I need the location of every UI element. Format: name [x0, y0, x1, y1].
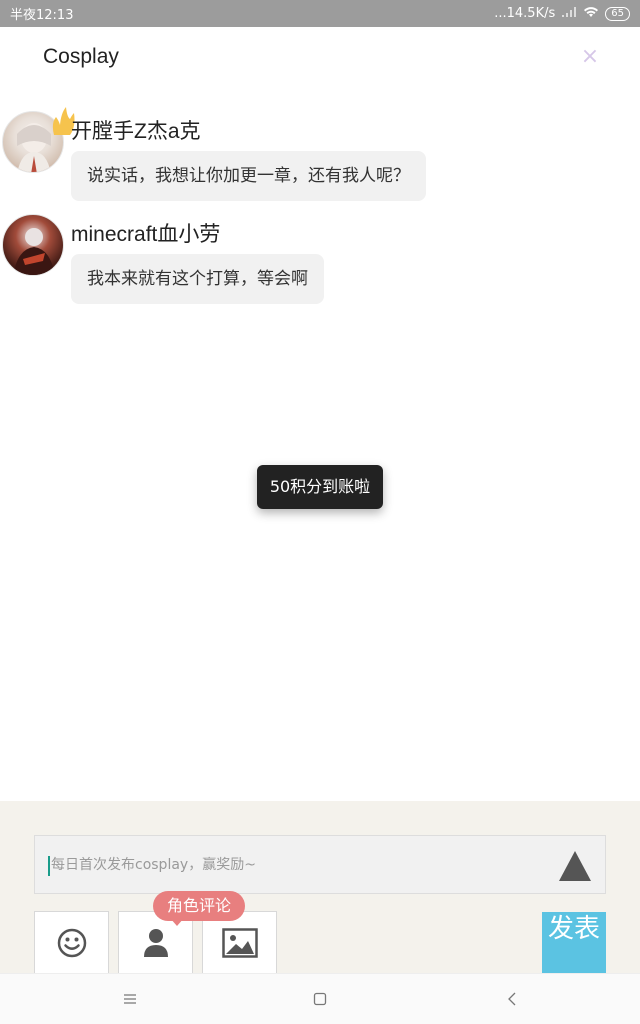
emoji-icon: [57, 928, 86, 957]
status-time: 半夜12:13: [10, 8, 74, 23]
publish-button[interactable]: 发表: [542, 912, 606, 973]
comment-bubble: 说实话，我想让你加更一章，还有我人呢？: [71, 151, 426, 201]
system-nav-bar: [0, 973, 640, 1024]
home-square-icon: [313, 992, 327, 1006]
close-icon: ×: [580, 44, 600, 69]
wifi-icon: [583, 6, 599, 22]
text-caret: [48, 856, 50, 876]
send-triangle-icon[interactable]: [559, 851, 591, 881]
back-chevron-icon: [508, 992, 516, 1006]
person-icon: [143, 928, 168, 957]
menu-button[interactable]: [115, 986, 145, 1012]
role-comment-tooltip: 角色评论: [153, 891, 246, 921]
comment-username[interactable]: 开膛手Z杰a克: [71, 115, 201, 145]
network-speed: ...14.5K/s: [494, 6, 556, 21]
close-button[interactable]: ×: [578, 45, 602, 69]
battery-indicator: 65: [605, 6, 630, 21]
image-icon: [221, 927, 258, 958]
home-button[interactable]: [305, 986, 335, 1012]
comment-username[interactable]: minecraft血小劳: [71, 218, 220, 248]
comment-input-wrapper: [34, 835, 606, 894]
toast-message: 50积分到账啦: [257, 465, 383, 509]
menu-icon: [124, 994, 136, 1004]
header: Cosplay ×: [0, 27, 640, 89]
avatar[interactable]: [2, 214, 64, 276]
comment-bubble: 我本来就有这个打算，等会啊: [71, 254, 324, 304]
signal-icon: [561, 6, 577, 22]
status-right: ...14.5K/s 65: [494, 6, 630, 22]
comment-input[interactable]: [51, 836, 551, 893]
status-bar: 半夜12:13 ...14.5K/s 65: [0, 0, 640, 27]
page-title: Cosplay: [43, 45, 119, 68]
emoji-button[interactable]: [34, 911, 109, 973]
back-button[interactable]: [497, 986, 527, 1012]
role-tooltip-tail: [170, 918, 184, 926]
